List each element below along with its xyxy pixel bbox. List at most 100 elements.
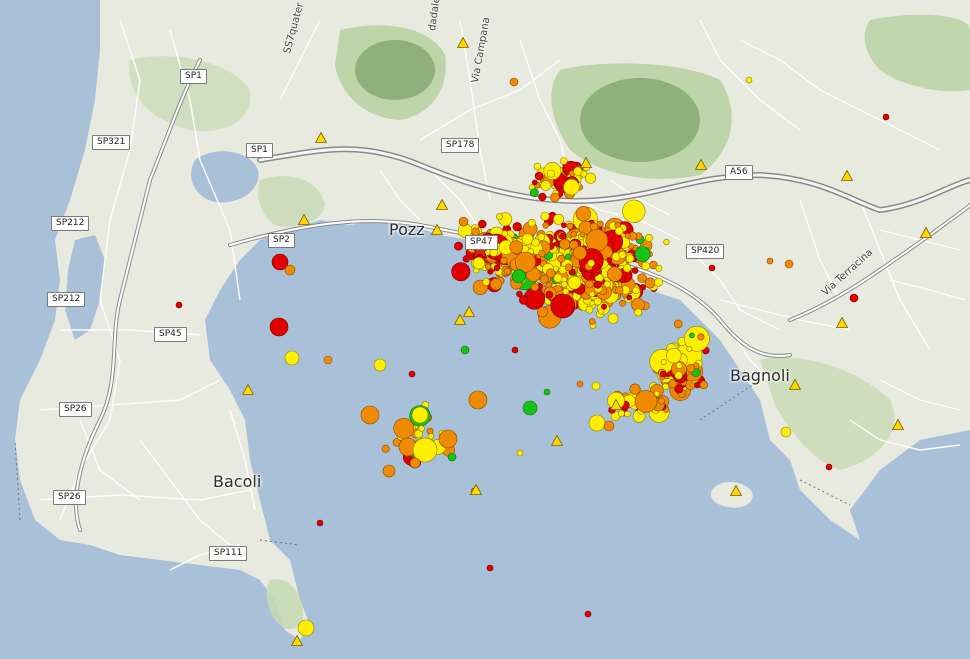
earthquake-event-marker[interactable] bbox=[515, 251, 536, 273]
earthquake-event-marker[interactable] bbox=[511, 346, 519, 354]
earthquake-event-marker[interactable] bbox=[579, 231, 586, 238]
earthquake-event-marker[interactable] bbox=[699, 380, 708, 390]
earthquake-event-marker[interactable] bbox=[657, 397, 665, 405]
earthquake-event-marker[interactable] bbox=[673, 319, 683, 329]
earthquake-event-marker[interactable] bbox=[585, 280, 594, 289]
map-canvas[interactable] bbox=[0, 0, 970, 659]
earthquake-event-marker[interactable] bbox=[538, 192, 547, 202]
earthquake-event-marker[interactable] bbox=[606, 257, 613, 263]
earthquake-event-marker[interactable] bbox=[522, 400, 538, 416]
earthquake-event-marker[interactable] bbox=[784, 259, 794, 269]
earthquake-event-marker[interactable] bbox=[745, 76, 753, 84]
earthquake-event-marker[interactable] bbox=[619, 299, 626, 307]
earthquake-event-marker[interactable] bbox=[521, 233, 534, 246]
earthquake-event-marker[interactable] bbox=[625, 254, 635, 263]
earthquake-event-marker[interactable] bbox=[662, 383, 669, 390]
earthquake-event-marker[interactable] bbox=[534, 171, 544, 181]
earthquake-event-marker[interactable] bbox=[766, 257, 774, 265]
earthquake-event-marker[interactable] bbox=[462, 255, 470, 263]
earthquake-event-marker[interactable] bbox=[561, 222, 567, 229]
earthquake-event-marker[interactable] bbox=[654, 277, 663, 287]
earthquake-event-marker[interactable] bbox=[563, 178, 580, 196]
earthquake-event-marker[interactable] bbox=[545, 268, 556, 278]
earthquake-event-marker[interactable] bbox=[622, 263, 632, 273]
earthquake-event-marker[interactable] bbox=[546, 169, 555, 178]
earthquake-event-marker[interactable] bbox=[617, 409, 625, 417]
earthquake-event-marker[interactable] bbox=[603, 420, 615, 432]
earthquake-event-marker[interactable] bbox=[409, 457, 421, 469]
earthquake-event-marker[interactable] bbox=[708, 264, 716, 272]
earthquake-event-marker[interactable] bbox=[438, 429, 458, 449]
earthquake-event-marker[interactable] bbox=[567, 275, 582, 290]
earthquake-event-marker[interactable] bbox=[360, 405, 380, 425]
earthquake-event-marker[interactable] bbox=[576, 380, 584, 388]
earthquake-event-marker[interactable] bbox=[562, 288, 570, 295]
earthquake-event-marker[interactable] bbox=[373, 358, 387, 372]
earthquake-event-marker[interactable] bbox=[637, 273, 647, 283]
earthquake-event-marker[interactable] bbox=[632, 286, 640, 295]
map-view[interactable]: Pozz Bagnoli Bacoli SS7quater Via Campan… bbox=[0, 0, 970, 659]
earthquake-event-marker[interactable] bbox=[589, 291, 596, 298]
earthquake-event-marker[interactable] bbox=[518, 295, 529, 305]
earthquake-event-marker[interactable] bbox=[460, 345, 470, 355]
earthquake-event-marker[interactable] bbox=[175, 301, 183, 309]
earthquake-event-marker[interactable] bbox=[509, 240, 524, 254]
earthquake-event-marker[interactable] bbox=[668, 379, 677, 389]
earthquake-event-marker[interactable] bbox=[607, 313, 619, 324]
earthquake-event-marker[interactable] bbox=[606, 266, 623, 282]
earthquake-event-marker[interactable] bbox=[694, 382, 701, 389]
earthquake-event-marker[interactable] bbox=[614, 226, 624, 236]
earthquake-event-marker[interactable] bbox=[559, 157, 568, 165]
earthquake-event-marker[interactable] bbox=[458, 216, 469, 227]
earthquake-event-marker[interactable] bbox=[615, 286, 624, 295]
earthquake-event-marker[interactable] bbox=[780, 426, 792, 438]
earthquake-event-marker[interactable] bbox=[659, 370, 667, 378]
earthquake-event-marker[interactable] bbox=[597, 308, 605, 315]
earthquake-event-marker[interactable] bbox=[825, 463, 833, 471]
earthquake-event-marker[interactable] bbox=[382, 464, 396, 478]
earthquake-event-marker[interactable] bbox=[585, 229, 609, 252]
earthquake-event-marker[interactable] bbox=[468, 390, 488, 410]
earthquake-event-marker[interactable] bbox=[297, 619, 315, 637]
earthquake-event-marker[interactable] bbox=[570, 231, 577, 238]
earthquake-event-marker[interactable] bbox=[603, 280, 611, 288]
earthquake-event-marker[interactable] bbox=[622, 199, 646, 223]
earthquake-event-marker[interactable] bbox=[572, 246, 587, 261]
earthquake-event-marker[interactable] bbox=[585, 305, 594, 314]
earthquake-event-marker[interactable] bbox=[645, 233, 653, 242]
earthquake-event-marker[interactable] bbox=[482, 278, 491, 286]
earthquake-event-marker[interactable] bbox=[666, 347, 682, 364]
earthquake-event-marker[interactable] bbox=[545, 290, 554, 299]
earthquake-event-marker[interactable] bbox=[624, 232, 631, 239]
earthquake-event-marker[interactable] bbox=[674, 371, 683, 380]
earthquake-event-marker[interactable] bbox=[626, 294, 633, 301]
earthquake-event-marker[interactable] bbox=[472, 257, 485, 270]
earthquake-event-marker[interactable] bbox=[269, 317, 289, 337]
earthquake-event-marker[interactable] bbox=[634, 308, 643, 317]
earthquake-event-marker[interactable] bbox=[566, 222, 574, 230]
earthquake-event-marker[interactable] bbox=[511, 269, 526, 284]
earthquake-event-marker[interactable] bbox=[451, 262, 471, 282]
earthquake-event-marker[interactable] bbox=[689, 332, 695, 339]
earthquake-event-marker[interactable] bbox=[447, 452, 457, 462]
earthquake-event-marker[interactable] bbox=[634, 246, 651, 262]
earthquake-event-marker[interactable] bbox=[530, 188, 539, 198]
earthquake-event-marker[interactable] bbox=[485, 263, 492, 271]
earthquake-event-marker[interactable] bbox=[411, 406, 429, 424]
earthquake-event-marker[interactable] bbox=[540, 180, 552, 191]
earthquake-event-marker[interactable] bbox=[675, 362, 683, 369]
earthquake-event-marker[interactable] bbox=[686, 363, 696, 373]
earthquake-event-marker[interactable] bbox=[516, 449, 524, 457]
earthquake-event-marker[interactable] bbox=[660, 358, 667, 365]
earthquake-event-marker[interactable] bbox=[533, 162, 542, 171]
earthquake-event-marker[interactable] bbox=[531, 179, 538, 186]
earthquake-event-marker[interactable] bbox=[284, 264, 296, 276]
earthquake-event-marker[interactable] bbox=[543, 388, 551, 396]
earthquake-event-marker[interactable] bbox=[550, 192, 560, 203]
earthquake-event-marker[interactable] bbox=[418, 425, 425, 432]
earthquake-event-marker[interactable] bbox=[686, 345, 693, 352]
earthquake-event-marker[interactable] bbox=[495, 213, 503, 221]
earthquake-event-marker[interactable] bbox=[537, 233, 546, 241]
earthquake-event-marker[interactable] bbox=[588, 414, 606, 432]
earthquake-event-marker[interactable] bbox=[618, 250, 627, 259]
